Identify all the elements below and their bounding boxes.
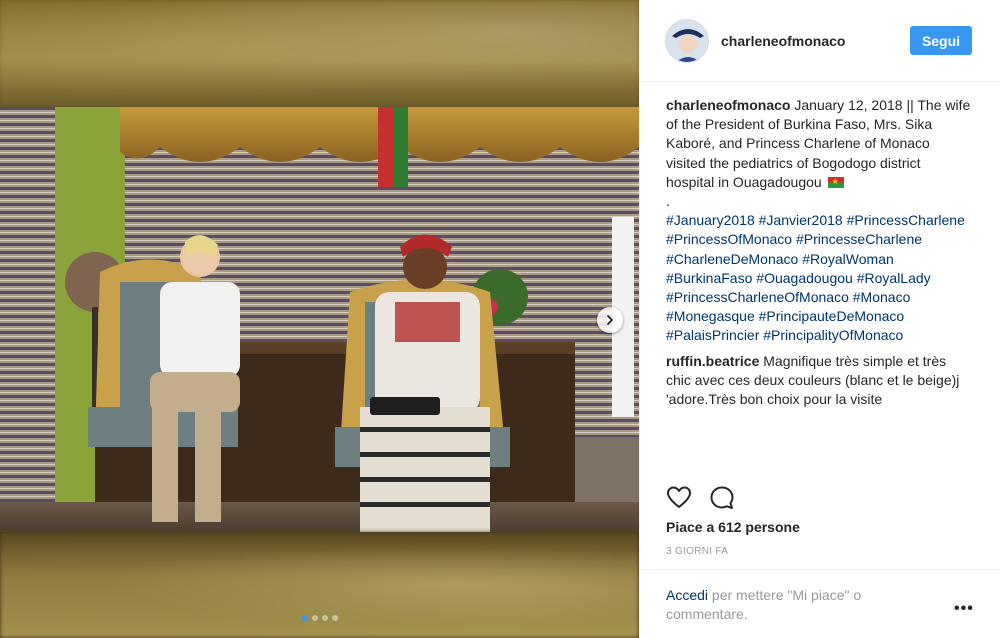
post-caption: charleneofmonaco January 12, 2018 || The… — [666, 96, 971, 346]
caption-separator: . — [666, 193, 670, 210]
hashtag-link[interactable]: #BurkinaFaso — [666, 270, 752, 286]
hashtag-link[interactable]: #RoyalWoman — [802, 251, 894, 267]
comments-list[interactable]: charleneofmonaco January 12, 2018 || The… — [666, 96, 971, 466]
hashtag-link[interactable]: #PalaisPrincier — [666, 327, 759, 343]
hashtag-link[interactable]: #RoyalLady — [857, 270, 931, 286]
carousel-indicator — [0, 615, 639, 623]
comment-item: ruffin.beatrice Magnifique très simple e… — [666, 352, 971, 410]
carousel-dot — [321, 615, 328, 621]
hashtag-link[interactable]: #Monaco — [853, 289, 911, 305]
comment-username[interactable]: ruffin.beatrice — [666, 353, 759, 369]
likes-count[interactable]: Piace a 612 persone — [666, 519, 800, 535]
hashtag-link[interactable]: #Janvier2018 — [759, 212, 843, 228]
follow-button[interactable]: Segui — [910, 26, 972, 55]
hashtag-link[interactable]: #PrincipauteDeMonaco — [759, 308, 905, 324]
post-photo[interactable] — [0, 107, 639, 532]
post-media — [0, 0, 639, 638]
carousel-dot — [311, 615, 318, 621]
more-options-button[interactable]: ••• — [954, 600, 974, 618]
avatar[interactable] — [665, 19, 709, 63]
caption-hashtags: #January2018 #Janvier2018 #PrincessCharl… — [666, 212, 969, 343]
hashtag-link[interactable]: #Monegasque — [666, 308, 755, 324]
post-actions — [640, 478, 1000, 518]
post-timestamp[interactable]: 3 GIORNI FA — [666, 546, 728, 557]
photo-illustration — [0, 107, 639, 532]
carousel-next-button[interactable] — [597, 307, 623, 333]
chevron-right-icon — [607, 315, 613, 325]
blurred-background-top — [0, 0, 639, 107]
post-side-panel: charleneofmonaco Segui charleneofmonaco … — [639, 0, 1000, 638]
hashtag-link[interactable]: #January2018 — [666, 212, 755, 228]
login-prompt-text: Accedi per mettere "Mi piace" o commenta… — [666, 586, 916, 624]
carousel-dot-active — [301, 615, 308, 621]
login-link[interactable]: Accedi — [666, 587, 708, 603]
like-button[interactable] — [665, 484, 693, 512]
hashtag-link[interactable]: #PrincipalityOfMonaco — [763, 327, 903, 343]
post-header: charleneofmonaco Segui — [640, 0, 1000, 82]
hashtag-link[interactable]: #PrincesseCharlene — [796, 231, 922, 247]
heart-icon — [667, 486, 691, 508]
speech-bubble-icon — [710, 486, 734, 509]
hashtag-link[interactable]: #CharleneDeMonaco — [666, 251, 798, 267]
post-author-username[interactable]: charleneofmonaco — [721, 33, 845, 49]
comment-button[interactable] — [708, 484, 736, 512]
carousel-dot — [331, 615, 338, 621]
hashtag-link[interactable]: #Ouagadougou — [756, 270, 853, 286]
hashtag-link[interactable]: #PrincessCharleneOfMonaco — [666, 289, 849, 305]
hashtag-link[interactable]: #PrincessCharlene — [847, 212, 965, 228]
login-prompt: Accedi per mettere "Mi piace" o commenta… — [640, 569, 1000, 638]
caption-username[interactable]: charleneofmonaco — [666, 97, 790, 113]
avatar-image — [666, 20, 708, 62]
hashtag-link[interactable]: #PrincessOfMonaco — [666, 231, 792, 247]
burkina-faso-flag-icon — [827, 175, 844, 189]
